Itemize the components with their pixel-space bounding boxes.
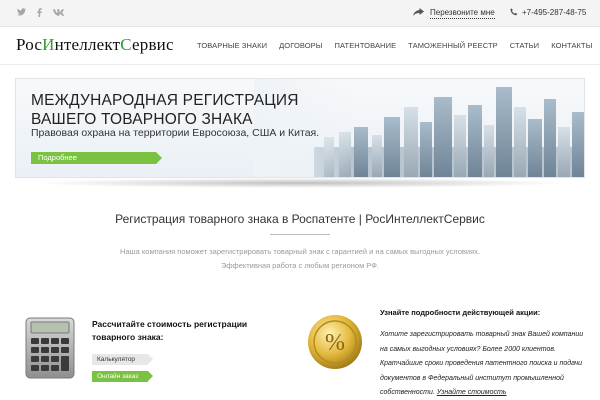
- nav-item-articles[interactable]: СТАТЬИ: [510, 41, 539, 51]
- page-headline: Регистрация товарного знака в Роспатенте…: [115, 212, 485, 226]
- promo-body: Хотите зарегистрировать товарный знак Ва…: [380, 331, 584, 396]
- banner-shadow: [30, 178, 570, 188]
- top-bar: Перезвоните мне +7-495-287-48-75: [0, 0, 600, 27]
- banner-title: МЕЖДУНАРОДНАЯ РЕГИСТРАЦИЯ ВАШЕГО ТОВАРНО…: [31, 91, 299, 129]
- banner-title-line-2: ВАШЕГО ТОВАРНОГО ЗНАКА: [31, 111, 253, 128]
- divider: [270, 234, 330, 235]
- phone-label[interactable]: +7-495-287-48-75: [522, 8, 586, 18]
- nav-item-patenting[interactable]: ПАТЕНТОВАНИЕ: [335, 41, 397, 51]
- vk-icon[interactable]: [53, 8, 65, 18]
- promo-text: Хотите зарегистрировать товарный знак Ва…: [380, 328, 590, 400]
- logo-part-1: Рос: [16, 35, 43, 54]
- logo-part-2: И: [42, 35, 55, 54]
- phone-icon: [510, 8, 518, 18]
- banner-subtitle: Правовая охрана на территории Евросоюза,…: [31, 127, 320, 139]
- hero-banner: МЕЖДУНАРОДНАЯ РЕГИСТРАЦИЯ ВАШЕГО ТОВАРНО…: [15, 78, 585, 178]
- logo-part-4: С: [120, 35, 132, 54]
- online-order-button[interactable]: Онлайн заказ: [92, 371, 153, 382]
- nav-item-contacts[interactable]: КОНТАКТЫ: [551, 41, 592, 51]
- promo-link[interactable]: Узнайте стоимость: [437, 389, 507, 396]
- intro-description: Наша компания поможет зарегистрировать т…: [100, 245, 500, 273]
- calculator-title: Рассчитайте стоимость регистрации товарн…: [92, 319, 248, 342]
- logo-part-5: ервис: [132, 35, 174, 54]
- calculator-button[interactable]: Калькулятор: [92, 354, 153, 365]
- twitter-icon[interactable]: [17, 8, 26, 18]
- calculator-icon: [25, 317, 75, 379]
- nav-item-contracts[interactable]: ДОГОВОРЫ: [279, 41, 322, 51]
- svg-text:%: %: [325, 330, 345, 356]
- more-button[interactable]: Подробнее: [31, 152, 162, 164]
- site-header: РосИнтеллектСервис ТОВАРНЫЕ ЗНАКИ ДОГОВО…: [0, 27, 600, 65]
- promo-title: Узнайте подробности действующей акции:: [380, 308, 541, 317]
- nav-item-trademarks[interactable]: ТОВАРНЫЕ ЗНАКИ: [197, 41, 267, 51]
- share-arrow-icon: [413, 8, 424, 19]
- intro-desc-line-1: Наша компания поможет зарегистрировать т…: [120, 247, 480, 256]
- phone-number[interactable]: +7-495-287-48-75: [510, 8, 586, 18]
- percent-coin-icon: %: [308, 315, 362, 369]
- nav-item-customs-registry[interactable]: ТАМОЖЕННЫЙ РЕЕСТР: [408, 41, 498, 51]
- callback-label[interactable]: Перезвоните мне: [430, 8, 495, 19]
- facebook-icon[interactable]: [37, 8, 42, 19]
- banner-title-line-1: МЕЖДУНАРОДНАЯ РЕГИСТРАЦИЯ: [31, 92, 299, 109]
- logo-part-3: нтеллект: [54, 35, 121, 54]
- callback-link[interactable]: Перезвоните мне: [413, 8, 495, 19]
- main-nav: ТОВАРНЫЕ ЗНАКИ ДОГОВОРЫ ПАТЕНТОВАНИЕ ТАМ…: [197, 41, 592, 51]
- site-logo[interactable]: РосИнтеллектСервис: [16, 35, 174, 55]
- intro-desc-line-2: Эффективная работа с любым регионом РФ.: [220, 261, 380, 270]
